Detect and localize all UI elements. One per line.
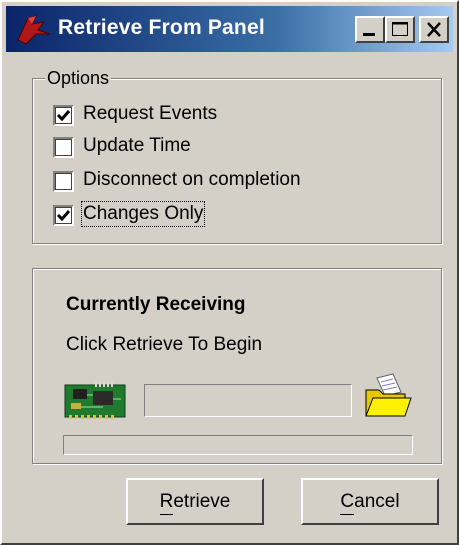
progress-panel: Currently Receiving Click Retrieve To Be… — [32, 268, 442, 464]
overall-progress-bar — [63, 435, 413, 455]
disconnect-on-completion-label: Disconnect on completion — [83, 169, 301, 190]
minimize-icon — [363, 33, 375, 36]
retrieve-accelerator-underline — [159, 513, 174, 515]
maximize-icon — [392, 22, 408, 36]
close-button[interactable] — [419, 16, 449, 43]
maximize-button[interactable] — [385, 16, 415, 43]
options-group: Options Request Events Update Time Disco… — [32, 68, 442, 244]
open-folder-icon — [365, 373, 412, 417]
cancel-button-label: Cancel — [340, 491, 400, 515]
title-bar[interactable]: Retrieve From Panel — [6, 6, 453, 52]
status-text: Click Retrieve To Begin — [66, 334, 263, 355]
retrieve-button[interactable]: Retrieve — [126, 478, 264, 525]
currently-receiving-heading: Currently Receiving — [66, 294, 246, 315]
app-icon — [17, 15, 51, 45]
checkbox-box[interactable] — [53, 105, 74, 126]
file-progress-box — [144, 384, 352, 417]
close-icon — [427, 22, 441, 37]
changes-only-label: Changes Only — [80, 201, 206, 227]
retrieve-button-label: Retrieve — [159, 491, 230, 515]
request-events-label: Request Events — [83, 103, 218, 124]
checkmark-icon — [56, 210, 71, 222]
update-time-label: Update Time — [83, 135, 191, 156]
checkbox-box[interactable] — [53, 205, 74, 226]
minimize-button[interactable] — [355, 16, 385, 43]
checkbox-box[interactable] — [53, 137, 74, 158]
checkmark-icon — [56, 110, 71, 122]
cancel-button[interactable]: Cancel — [301, 478, 439, 525]
checkbox-box[interactable] — [53, 171, 74, 192]
cancel-accelerator-underline — [340, 513, 355, 515]
circuit-board-icon — [64, 381, 126, 419]
window-title: Retrieve From Panel — [58, 16, 265, 39]
options-legend: Options — [45, 68, 112, 89]
retrieve-dialog: Retrieve From Panel Options Request Even… — [0, 0, 459, 545]
